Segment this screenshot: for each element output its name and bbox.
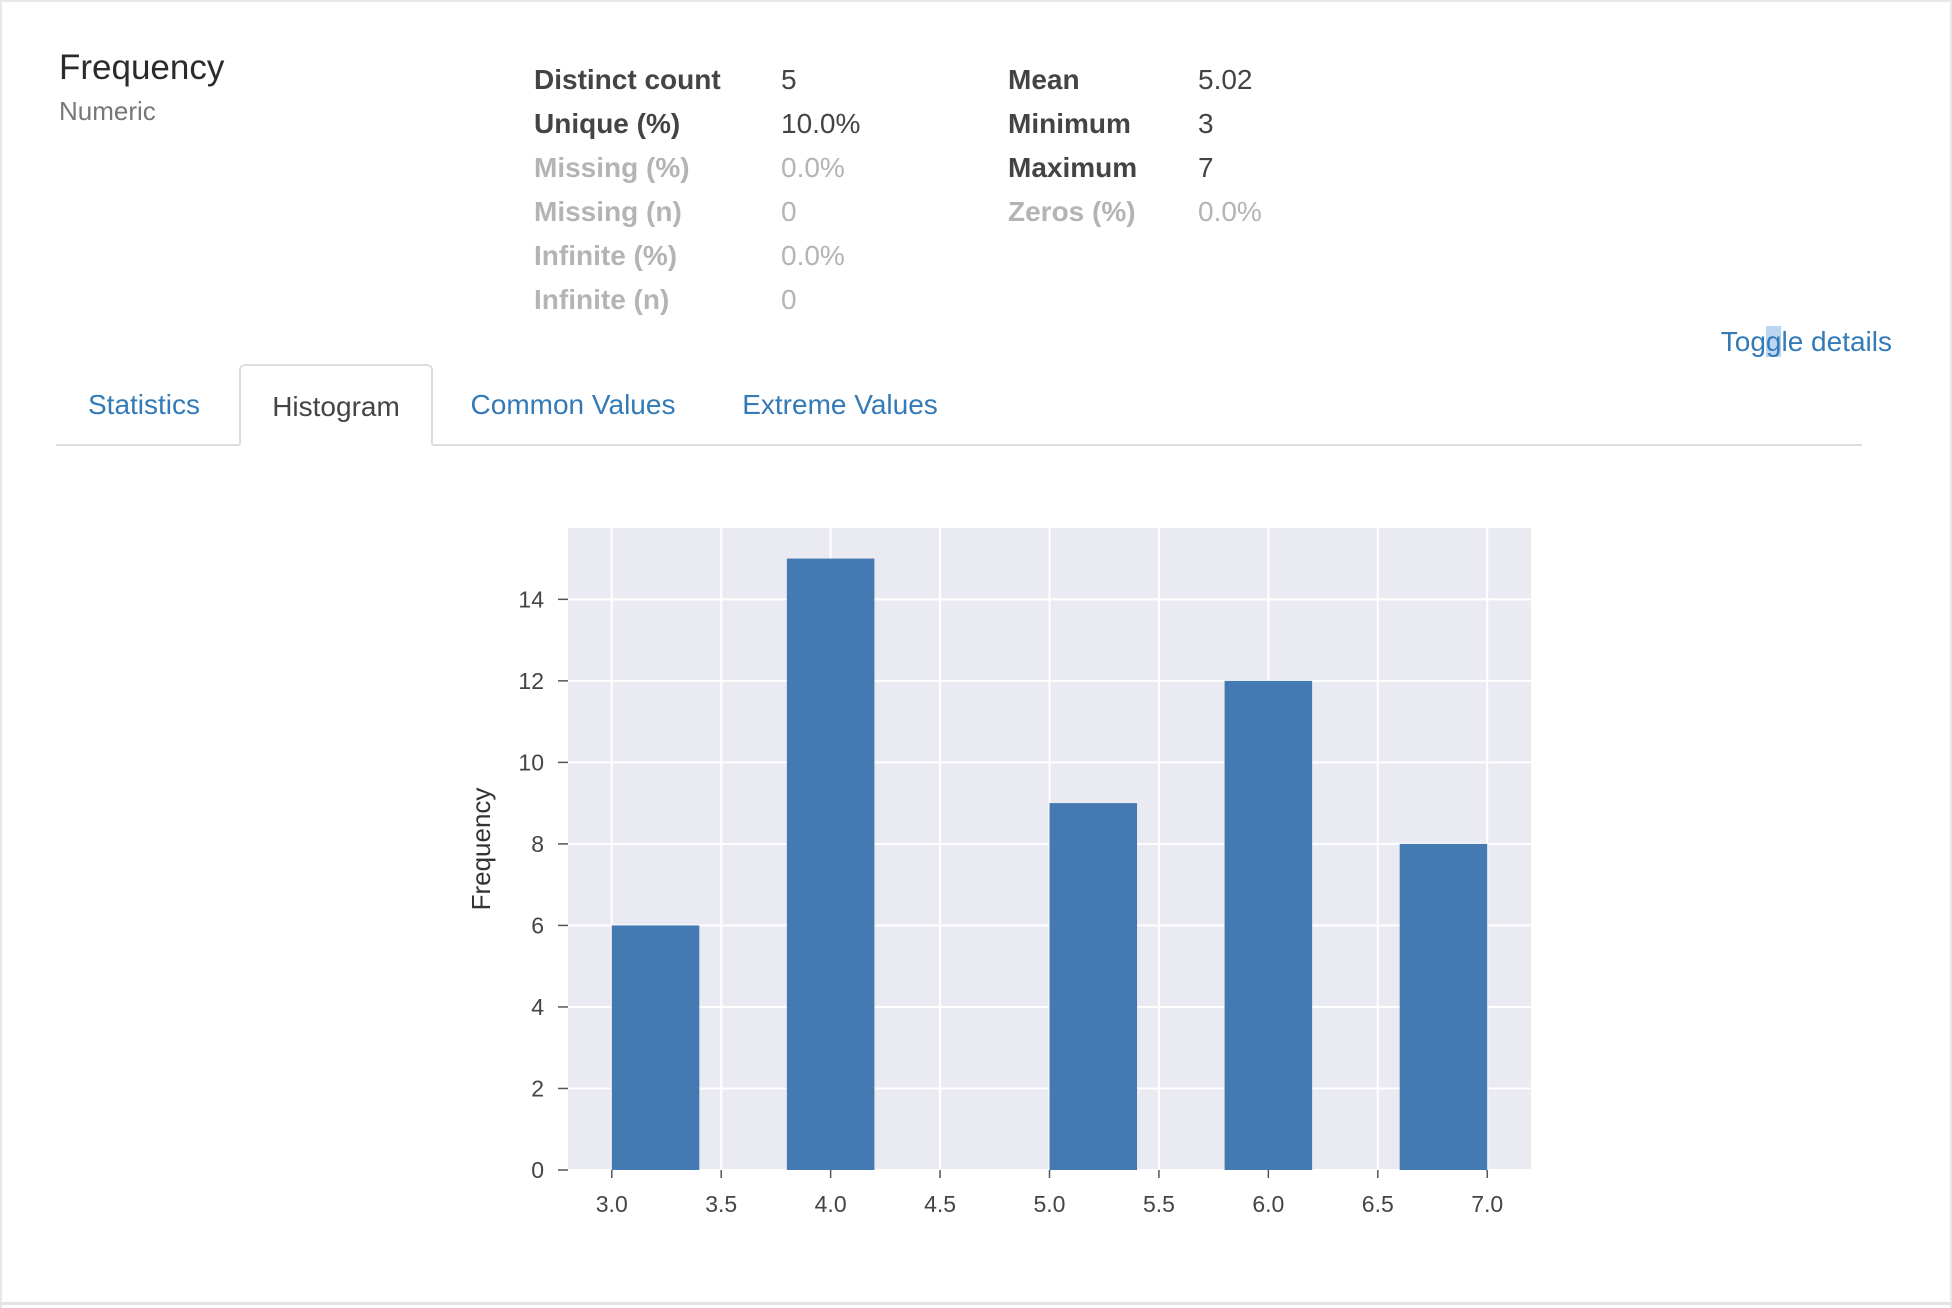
stat-label: Infinite (n) [534,284,670,315]
x-tick-label: 6.5 [1362,1191,1394,1217]
stat-value: 0 [781,196,797,227]
text-selection-highlight: g [1765,326,1782,357]
stat-label: Missing (%) [534,152,690,183]
histogram-bar [1049,803,1138,1170]
y-axis-label: Frequency [466,788,496,911]
y-tick-label: 0 [531,1157,544,1183]
x-tick-label: 6.0 [1252,1191,1284,1217]
stat-value: 0.0% [781,152,845,183]
tab-histogram[interactable]: Histogram [239,364,433,446]
tab-common-values[interactable]: Common Values [454,364,692,446]
stat-label: Unique (%) [534,108,681,139]
stat-value: 3 [1198,108,1214,139]
stat-value: 5.02 [1198,64,1253,95]
y-tick-label: 10 [518,749,544,775]
x-tick-label: 5.0 [1034,1191,1066,1217]
stat-label: Zeros (%) [1008,196,1136,227]
histogram-bar [1399,843,1488,1170]
y-tick-label: 2 [531,1075,544,1101]
toggle-details-text: Tog [1720,326,1766,357]
tab-statistics[interactable]: Statistics [64,364,224,446]
stat-label: Maximum [1008,152,1138,183]
toggle-details-text: le details [1781,326,1892,357]
toggle-details-link[interactable]: Toggle details [1721,326,1892,358]
y-tick-label: 4 [531,994,544,1020]
x-tick-label: 5.5 [1143,1191,1175,1217]
histogram-bar [786,558,875,1170]
y-tick-label: 14 [518,586,544,612]
variable-name: Frequency [59,48,225,87]
tab-extreme-values[interactable]: Extreme Values [722,364,958,446]
stat-label: Mean [1008,64,1080,95]
x-tick-label: 3.0 [596,1191,628,1217]
y-tick-label: 12 [518,668,544,694]
x-tick-label: 7.0 [1471,1191,1503,1217]
stat-value: 7 [1198,152,1214,183]
histogram-chart: 3.0 3.5 4.0 4.5 5.0 5.5 6.0 6.5 7.0 0 2 4 6 8 10 12 14 Fr… [466,528,1531,1217]
stat-value: 10.0% [781,108,861,139]
y-tick-label: 8 [531,831,544,857]
panel-bottom-border [0,1302,1952,1305]
x-tick-label: 3.5 [705,1191,737,1217]
stat-value: 0.0% [1198,196,1262,227]
x-tick-label: 4.0 [815,1191,847,1217]
stat-label: Distinct count [534,64,721,95]
stat-label: Infinite (%) [534,240,678,271]
histogram-bar [1224,680,1313,1170]
stat-value: 0.0% [781,240,845,271]
stat-label: Minimum [1008,108,1131,139]
x-tick-label: 4.5 [924,1191,956,1217]
stat-value: 0 [781,284,797,315]
histogram-bar [611,925,700,1170]
stat-label: Missing (n) [534,196,682,227]
stat-value: 5 [781,64,797,95]
y-tick-label: 6 [531,912,544,938]
variable-type: Numeric [59,96,156,126]
